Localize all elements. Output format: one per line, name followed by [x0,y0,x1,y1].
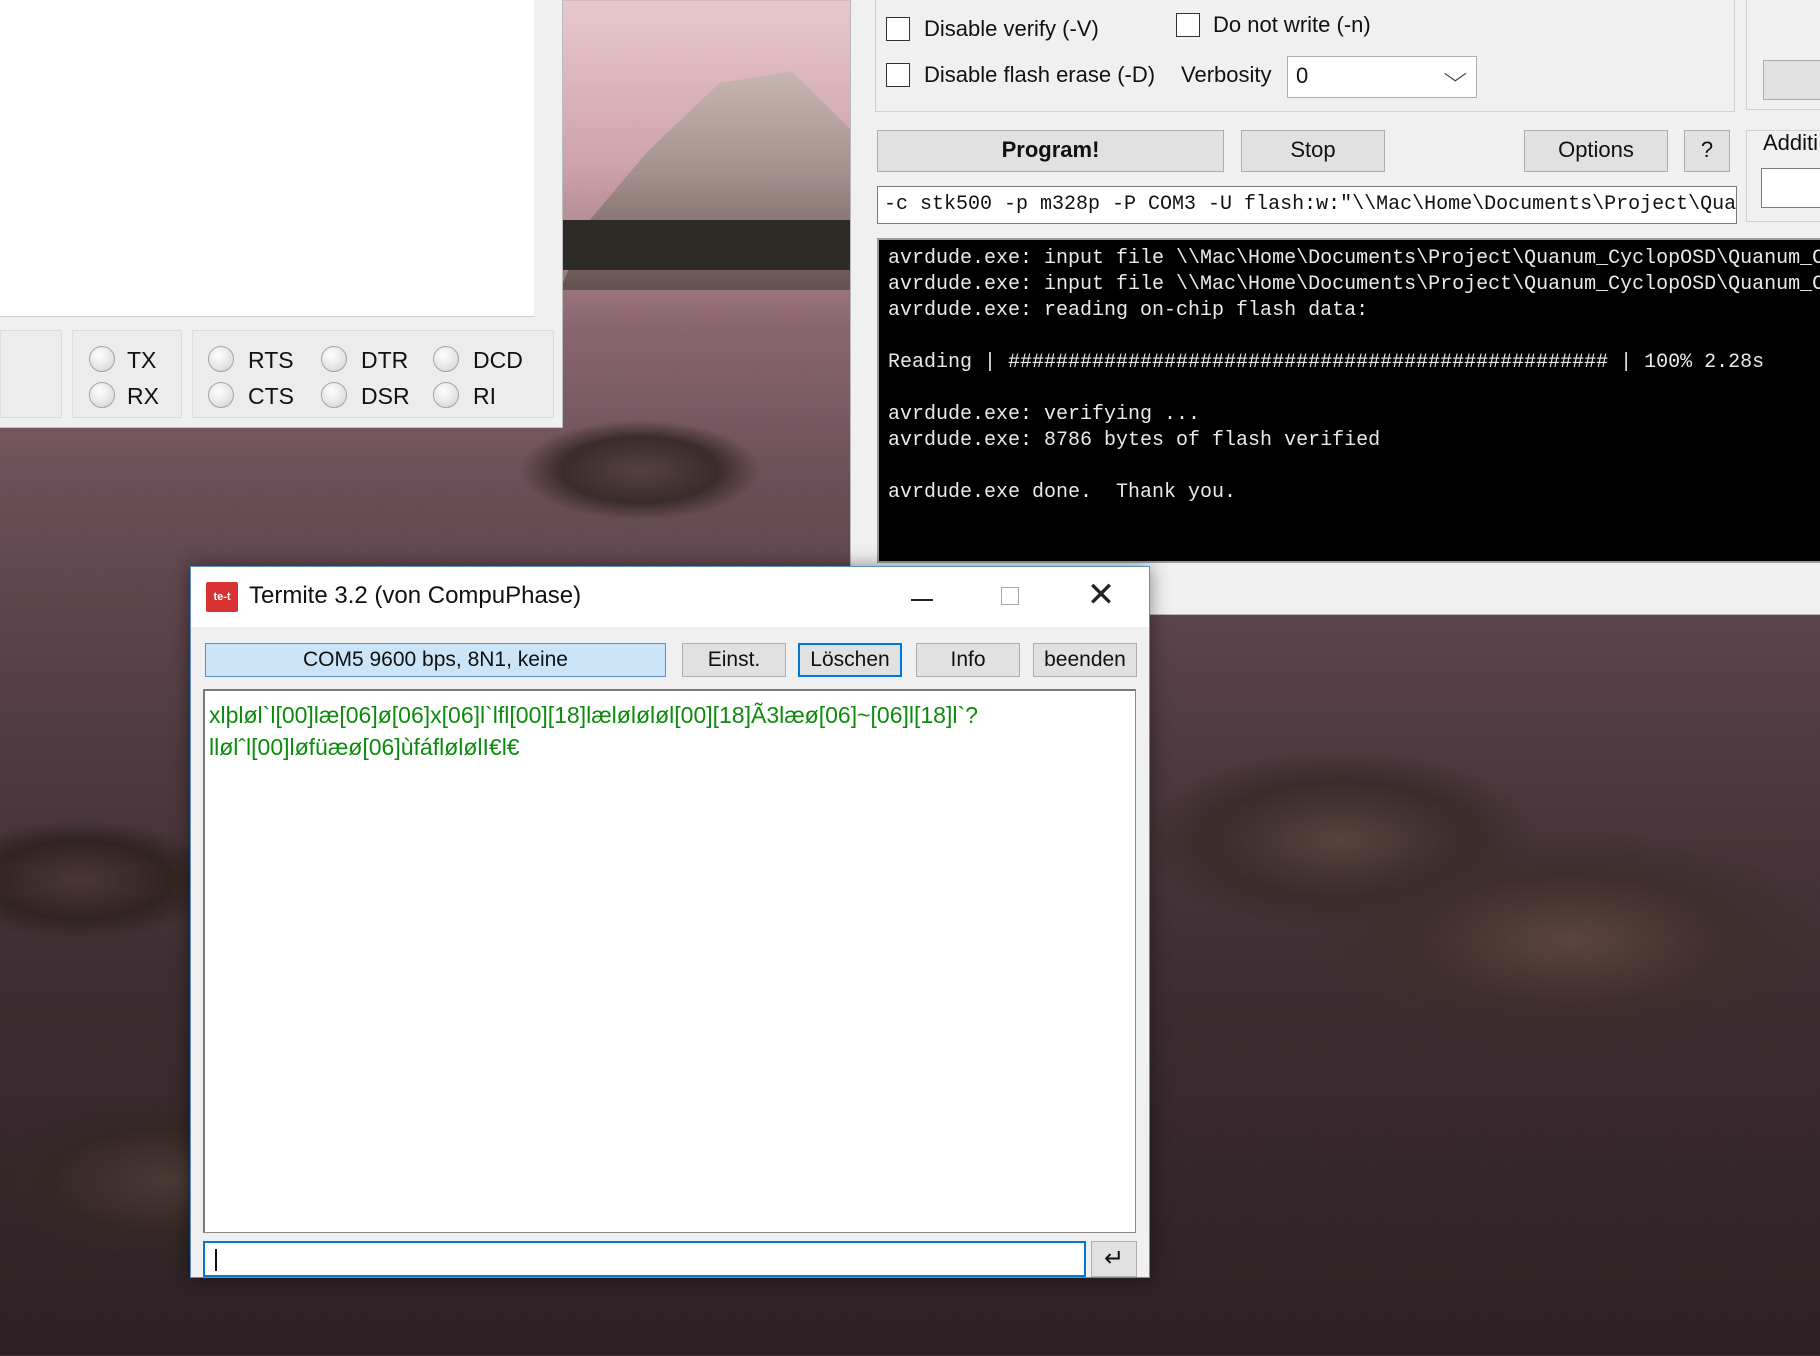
close-icon: ✕ [1086,576,1116,614]
handshake-signal-group: RTS CTS DTR DSR DCD RI [192,330,554,418]
program-button[interactable]: Program! [877,130,1224,172]
stop-button[interactable]: Stop [1241,130,1385,172]
disable-flash-erase-checkbox[interactable] [886,63,910,87]
title-bar[interactable]: te-t Termite 3.2 (von CompuPhase) ✕ [191,567,1149,627]
command-line-field[interactable]: -c stk500 -p m328p -P COM3 -U flash:w:"\… [877,186,1737,224]
quit-button[interactable]: beenden [1033,643,1137,677]
avrdude-window: Disable verify (-V) Do not write (-n) Di… [850,0,1820,615]
termite-app-icon: te-t [206,582,238,612]
rx-label: RX [127,383,159,409]
dsr-led-icon [321,382,347,408]
enter-icon: ↵ [1103,1245,1125,1272]
help-button[interactable]: ? [1684,130,1730,172]
background-treeline [560,220,850,270]
do-not-write-label[interactable]: Do not write (-n) [1213,12,1371,38]
monitor-text-area[interactable] [0,0,535,317]
cts-label: CTS [248,383,294,409]
send-input[interactable] [203,1241,1086,1277]
dtr-label: DTR [361,347,409,373]
receive-text-area[interactable]: xlþløl`l[00]læ[06]ø[06]x[06]l`lfl[00][18… [203,689,1136,1233]
do-not-write-checkbox[interactable] [1176,13,1200,37]
ri-label: RI [473,383,496,409]
serial-monitor-window: TX RX RTS CTS DTR DSR DCD RI [0,0,563,428]
console-line: avrdude.exe: input file \\Mac\Home\Docum… [888,247,1820,270]
close-button[interactable]: ✕ [1071,573,1131,621]
dcd-label: DCD [473,347,523,373]
rts-label: RTS [248,347,294,373]
verbosity-value: 0 [1296,63,1309,88]
minimize-icon [911,599,933,601]
console-line: avrdude.exe: input file \\Mac\Home\Docum… [888,273,1820,296]
dsr-label: DSR [361,383,410,409]
disable-verify-label[interactable]: Disable verify (-V) [924,16,1099,42]
minimize-button[interactable] [891,573,951,621]
monitor-scrollbar[interactable] [534,0,562,316]
text-caret [215,1249,217,1271]
rts-led-icon[interactable] [208,346,234,372]
received-line: llølˆl[00]løfüæø[06]ùfáflølølI€l€ [209,734,520,760]
dcd-led-icon [433,346,459,372]
txrx-signal-group: TX RX [72,330,182,418]
options-button[interactable]: Options [1524,130,1668,172]
console-line: avrdude.exe: verifying ... [888,403,1201,426]
info-button[interactable]: Info [916,643,1020,677]
tx-led-icon [89,346,115,372]
ri-led-icon [433,382,459,408]
rx-led-icon [89,382,115,408]
disable-verify-checkbox[interactable] [886,17,910,41]
status-group-box [0,330,62,418]
maximize-icon [1001,587,1019,605]
chevron-down-icon: ⌵ [1443,61,1468,86]
clear-button[interactable]: Löschen [798,643,902,677]
received-line: xlþløl`l[00]læ[06]ø[06]x[06]l`lfl[00][18… [209,702,978,728]
output-console: avrdude.exe: input file \\Mac\Home\Docum… [877,238,1820,563]
send-button[interactable]: ↵ [1091,1241,1137,1277]
port-status-button[interactable]: COM5 9600 bps, 8N1, keine [205,643,666,677]
side-button[interactable] [1763,60,1820,100]
cts-led-icon [208,382,234,408]
window-title: Termite 3.2 (von CompuPhase) [249,582,582,609]
console-line: avrdude.exe: reading on-chip flash data: [888,299,1369,322]
console-line: Reading | ##############################… [888,351,1765,374]
console-line: avrdude.exe: 8786 bytes of flash verifie… [888,429,1381,452]
additional-input[interactable] [1761,168,1820,208]
termite-window: te-t Termite 3.2 (von CompuPhase) ✕ COM5… [190,566,1150,1278]
dtr-led-icon[interactable] [321,346,347,372]
maximize-button[interactable] [981,573,1041,621]
verbosity-label: Verbosity [1181,62,1272,87]
additional-label: Additi [1763,130,1819,155]
disable-flash-erase-label[interactable]: Disable flash erase (-D) [924,62,1155,88]
verbosity-select[interactable]: 0 ⌵ [1287,56,1477,98]
tx-label: TX [127,347,157,373]
console-line: avrdude.exe done. Thank you. [888,481,1237,504]
settings-button[interactable]: Einst. [682,643,786,677]
